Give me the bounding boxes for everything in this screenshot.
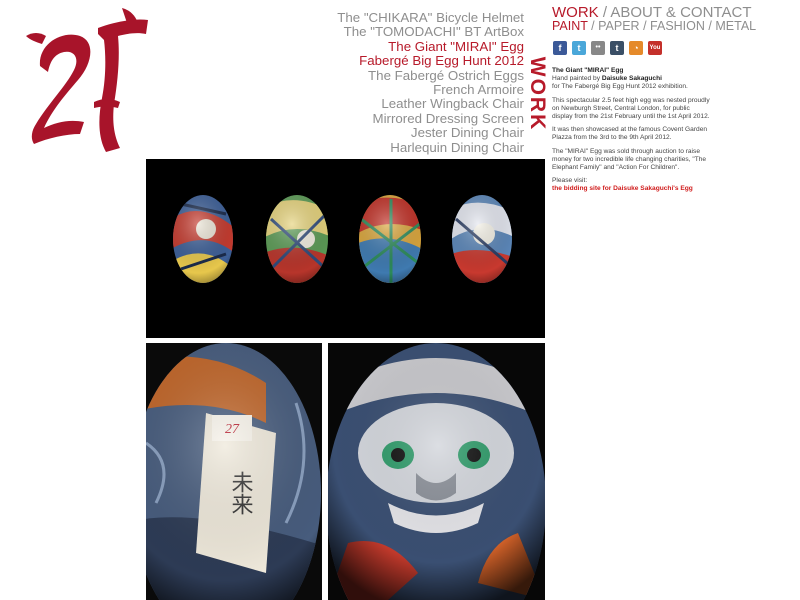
youtube-icon[interactable]: You	[648, 41, 662, 55]
rss-icon[interactable]: ◔	[629, 41, 643, 55]
byline-suffix: for The Fabergé Big Egg Hunt 2012 exhibi…	[552, 83, 688, 91]
photo-four-eggs	[146, 159, 545, 338]
svg-text:WORK: WORK	[529, 57, 546, 132]
project-item-wingback-chair[interactable]: Leather Wingback Chair	[337, 97, 524, 112]
project-title: The Giant "MIRAI" Egg	[552, 67, 624, 74]
facebook-icon[interactable]: f	[553, 41, 567, 55]
photo-egg-daruma-face	[328, 343, 545, 600]
social-links: f t •• t ◔ You	[553, 41, 662, 55]
description-paragraph: It was then showcased at the famous Cove…	[552, 126, 708, 142]
visit-label: Please visit:	[552, 177, 712, 185]
artist-name: Daisuke Sakaguchi	[601, 75, 662, 83]
photo-egg-calligraphy: 27 未来	[146, 343, 322, 600]
project-item-chikara-helmet[interactable]: The "CHIKARA" Bicycle Helmet	[337, 10, 524, 25]
flickr-icon[interactable]: ••	[591, 41, 605, 55]
section-label-work: WORK	[529, 57, 546, 132]
logo-27-brush[interactable]	[22, 6, 152, 156]
subnav-separator: /	[643, 19, 647, 33]
subnav-fashion[interactable]: FASHION	[650, 19, 705, 33]
project-item-ostrich-eggs[interactable]: The Fabergé Ostrich Eggs	[337, 68, 524, 83]
project-item-faberge-egg-hunt[interactable]: Fabergé Big Egg Hunt 2012	[337, 53, 524, 68]
project-description: The Giant "MIRAI" Egg Hand painted by Da…	[552, 67, 712, 194]
sub-nav: PAINT / PAPER / FASHION / METAL	[552, 19, 756, 34]
project-item-tomodachi-artbox[interactable]: The "TOMODACHI" BT ArtBox	[337, 24, 524, 39]
subnav-metal[interactable]: METAL	[715, 19, 756, 33]
visit-text: Please visit:	[552, 177, 588, 185]
bidding-site-link[interactable]: the bidding site for Daisuke Sakaguchi's…	[552, 185, 712, 193]
subnav-paint[interactable]: PAINT	[552, 19, 588, 33]
byline-prefix: Hand painted by	[552, 75, 602, 83]
project-item-dressing-screen[interactable]: Mirrored Dressing Screen	[337, 111, 525, 126]
tumblr-icon[interactable]: t	[610, 41, 624, 55]
description-paragraph: The "MIRAI" Egg was sold through auction…	[552, 147, 707, 172]
bidding-link-text[interactable]: the bidding site for Daisuke Sakaguchi's…	[552, 185, 693, 192]
project-byline: Hand painted by Daisuke Sakaguchi for Th…	[552, 75, 712, 91]
project-item-harlequin-chair[interactable]: Harlequin Dining Chair	[337, 140, 524, 155]
description-paragraph: This spectacular 2.5 feet high egg was n…	[552, 96, 710, 121]
project-item-mirai-egg[interactable]: The Giant "MIRAI" Egg	[337, 39, 524, 54]
project-item-french-armoire[interactable]: French Armoire	[337, 82, 524, 97]
subnav-separator: /	[708, 19, 712, 33]
subnav-paper[interactable]: PAPER	[598, 19, 639, 33]
subnav-separator: /	[591, 19, 595, 33]
project-list: The "CHIKARA" Bicycle Helmet The "TOMODA…	[337, 10, 525, 155]
project-item-jester-chair[interactable]: Jester Dining Chair	[337, 125, 524, 140]
twitter-icon[interactable]: t	[572, 41, 586, 55]
